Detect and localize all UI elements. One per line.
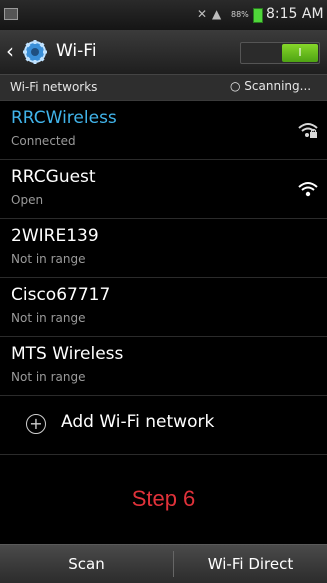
networks-header-label: Wi-Fi networks xyxy=(10,80,98,94)
mute-icon: ✕ xyxy=(197,7,208,21)
network-status: Open xyxy=(11,193,44,207)
networks-header: Wi-Fi networks ○ Scanning... xyxy=(0,75,327,101)
back-arrow-icon[interactable]: ‹ xyxy=(6,39,14,63)
network-status: Connected xyxy=(11,134,76,148)
network-name: MTS Wireless xyxy=(11,344,124,364)
network-item[interactable]: RRCWireless Connected xyxy=(0,101,327,160)
step-annotation: Step 6 xyxy=(131,486,196,511)
network-item[interactable]: MTS Wireless Not in range xyxy=(0,337,327,396)
battery-percent: 88% xyxy=(231,10,249,19)
network-status: Not in range xyxy=(11,370,86,384)
bottom-bar: Scan Wi-Fi Direct xyxy=(0,544,327,583)
add-network-button[interactable]: + Add Wi-Fi network xyxy=(0,396,327,455)
gear-icon[interactable] xyxy=(22,39,48,65)
action-bar: ‹ Wi-Fi I xyxy=(0,30,327,75)
network-item[interactable]: Cisco67717 Not in range xyxy=(0,278,327,337)
status-bar: ✕ ▲ 88% 8:15 AM xyxy=(0,0,327,30)
scan-button[interactable]: Scan xyxy=(0,545,173,583)
wifi-icon xyxy=(298,182,318,197)
add-network-label: Add Wi-Fi network xyxy=(61,412,215,432)
toggle-knob: I xyxy=(282,44,318,62)
network-item[interactable]: 2WIRE139 Not in range xyxy=(0,219,327,278)
network-name: RRCWireless xyxy=(11,108,117,128)
network-status: Not in range xyxy=(11,252,86,266)
scanning-text: Scanning... xyxy=(244,79,312,93)
scanning-circle-icon: ○ xyxy=(230,79,245,93)
clock: 8:15 AM xyxy=(266,6,324,22)
wifi-secured-icon xyxy=(298,123,318,138)
signal-icon: ▲ xyxy=(212,7,222,21)
scanning-indicator: ○ Scanning... xyxy=(230,79,311,93)
network-status: Not in range xyxy=(11,311,86,325)
network-name: Cisco67717 xyxy=(11,285,111,305)
network-name: 2WIRE139 xyxy=(11,226,99,246)
wifi-direct-button[interactable]: Wi-Fi Direct xyxy=(174,545,327,583)
network-item[interactable]: RRCGuest Open xyxy=(0,160,327,219)
battery-icon xyxy=(253,8,263,23)
picture-icon xyxy=(4,8,18,20)
page-title: Wi-Fi xyxy=(56,41,97,61)
plus-icon: + xyxy=(26,414,46,434)
wifi-toggle[interactable]: I xyxy=(240,42,320,64)
network-name: RRCGuest xyxy=(11,167,96,187)
